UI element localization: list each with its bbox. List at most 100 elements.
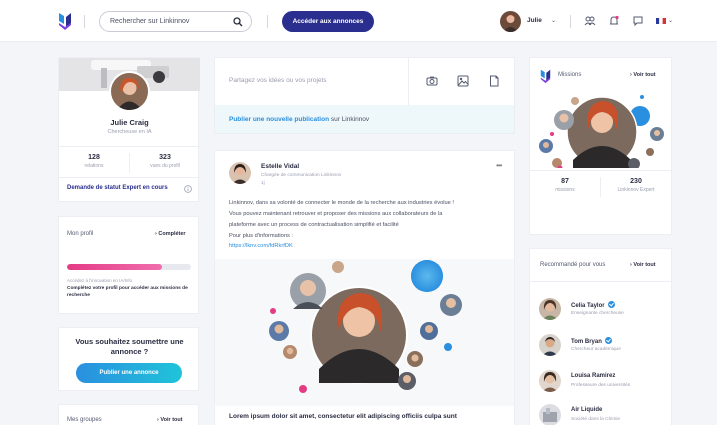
divider [570,15,571,28]
groups-title: Mes groupes [67,417,102,423]
profile-card: Julie Craig Chercheuse en IA 128 relatio… [58,57,200,202]
publish-link-text[interactable]: Publier une nouvelle publication [229,116,329,123]
profile-role: Chercheuse en IA [107,129,152,135]
publish-announcement-button[interactable]: Publier une annonce [76,363,182,383]
experts-count-stat[interactable]: 230 Linkinnov Expert [601,178,671,193]
top-bar: Rechercher sur Linkinnov Accéder aux ann… [0,0,717,42]
search-placeholder: Rechercher sur Linkinnov [110,18,190,25]
recommended-name[interactable]: Celia Taylor [571,301,615,309]
chat-icon[interactable] [632,15,644,27]
missions-count-stat[interactable]: 87 missions [530,178,600,193]
more-icon[interactable]: ••• [496,161,502,170]
missions-count: 87 [561,178,569,185]
post-author-name[interactable]: Estelle Vidal [261,163,299,170]
post-text-line: Linkinnov, dans sa volonté de connecter … [229,200,455,206]
recommended-card: Recommandé pour vous › Voir tout Celia T… [529,248,672,425]
complete-profile-link[interactable]: › Compléter [155,231,186,237]
progress-cta: Complétez votre profil pour accéder aux … [67,286,188,298]
profile-progress-bar [67,264,191,270]
recommended-name[interactable]: Louisa Ramirez [571,373,615,379]
verified-icon [604,337,612,344]
views-count: 323 [159,154,171,161]
post-text-line: Pour plus d'informations : [229,233,293,239]
profile-avatar[interactable] [109,71,150,112]
recommended-see-all-label: Voir tout [633,262,656,268]
missions-count-label: missions [555,187,575,193]
list-item[interactable]: Air Liquide Société dans la Chimie [539,404,667,425]
recommended-name[interactable]: Air Liquide [571,407,602,413]
profile-stats: 128 relations 323 vues du profil [59,146,200,178]
chevron-down-icon[interactable]: ⌄ [668,17,673,24]
post-card: Estelle Vidal Chargée de communication L… [214,150,515,425]
avatar[interactable] [539,298,561,320]
list-item[interactable]: Celia Taylor Enseignante chercheuse [539,298,667,322]
relations-count: 128 [88,154,100,161]
search-icon[interactable] [233,16,243,27]
experts-count-label: Linkinnov Expert [617,187,655,193]
missions-card: Missions › Voir tout 87 missions 230 Lin… [529,57,672,235]
publish-bar: Publier une nouvelle publication sur Lin… [215,105,514,133]
avatar[interactable] [539,370,561,392]
recommended-subtitle: Enseignante chercheuse [571,311,624,316]
my-profile-card: Mon profil › Compléter Accédez à l'innov… [58,216,199,314]
access-announcements-button[interactable]: Accéder aux annonces [282,11,374,32]
recommended-name[interactable]: Tom Bryan [571,337,612,345]
logo-icon [540,69,551,84]
my-profile-title: Mon profil [67,231,94,237]
missions-title: Missions [558,72,582,78]
groups-see-all-link[interactable]: › Voir tout [157,417,183,423]
post-text-line: Vous pouvez maintenant retrouver et prop… [229,211,443,217]
recommended-name-text[interactable]: Tom Bryan [571,339,602,345]
logo-icon[interactable] [58,11,72,31]
post-image[interactable] [215,259,514,406]
list-item[interactable]: Louisa Ramirez Professeure des universit… [539,370,667,394]
search-input[interactable]: Rechercher sur Linkinnov [99,11,252,32]
avatar[interactable] [500,11,521,32]
experts-count: 230 [630,178,642,185]
camera-icon[interactable] [426,75,438,87]
missions-see-all-link[interactable]: › Voir tout [630,72,656,78]
user-name[interactable]: Julie [527,17,542,24]
expert-status-link[interactable]: Demande de statut Expert en cours [67,185,168,191]
post-author-avatar[interactable] [229,162,251,184]
document-icon[interactable] [488,75,500,87]
post-link[interactable]: https://lknv.com/fdRkrfDK [229,243,293,249]
missions-see-all-label: Voir tout [633,72,656,78]
verified-icon [607,301,615,308]
missions-illustration [530,88,671,171]
relations-label: relations [84,163,104,169]
list-item[interactable]: Tom Bryan Chercheur académique [539,334,667,358]
recommended-subtitle: Chercheur académique [571,347,621,352]
recommended-subtitle: Professeure des universités [571,383,631,388]
complete-profile-label: Compléter [158,231,186,237]
network-icon[interactable] [584,15,596,27]
image-icon[interactable] [457,75,469,87]
recommended-see-all-link[interactable]: › Voir tout [630,262,656,268]
recommended-subtitle: Société dans la Chimie [571,417,621,422]
post-footer-text: Lorem ipsum dolor sit amet, consectetur … [229,413,457,420]
announcement-card: Vous souhaitez soumettre une annonce ? P… [58,327,199,391]
bell-icon[interactable] [608,15,620,27]
share-card: Partagez vos idées ou vos projets Publie… [214,57,515,134]
flag-icon[interactable] [656,15,666,27]
publish-new-post-link[interactable]: Publier une nouvelle publication sur Lin… [229,116,369,123]
views-stat[interactable]: 323 vues du profil [130,154,200,169]
groups-card: Mes groupes › Voir tout [58,404,199,425]
chevron-down-icon[interactable]: ⌄ [551,17,556,24]
info-icon[interactable] [184,185,192,193]
avatar[interactable] [539,404,561,425]
share-input[interactable]: Partagez vos idées ou vos projets [229,77,327,84]
avatar[interactable] [539,334,561,356]
relations-stat[interactable]: 128 relations [59,154,129,169]
groups-see-all-label: Voir tout [160,417,183,423]
missions-stats: 87 missions 230 Linkinnov Expert [530,170,671,202]
profile-progress-fill [67,264,163,270]
profile-name[interactable]: Julie Craig [59,118,200,127]
divider [84,15,85,28]
divider [408,58,409,105]
post-author-role: Chargée de communication Linkinnov [261,173,342,178]
recommended-name-text[interactable]: Celia Taylor [571,303,605,309]
recommended-title: Recommandé pour vous [540,262,606,268]
views-label: vues du profil [150,163,180,169]
post-text-line: plateforme avec un process de contractua… [229,222,399,228]
